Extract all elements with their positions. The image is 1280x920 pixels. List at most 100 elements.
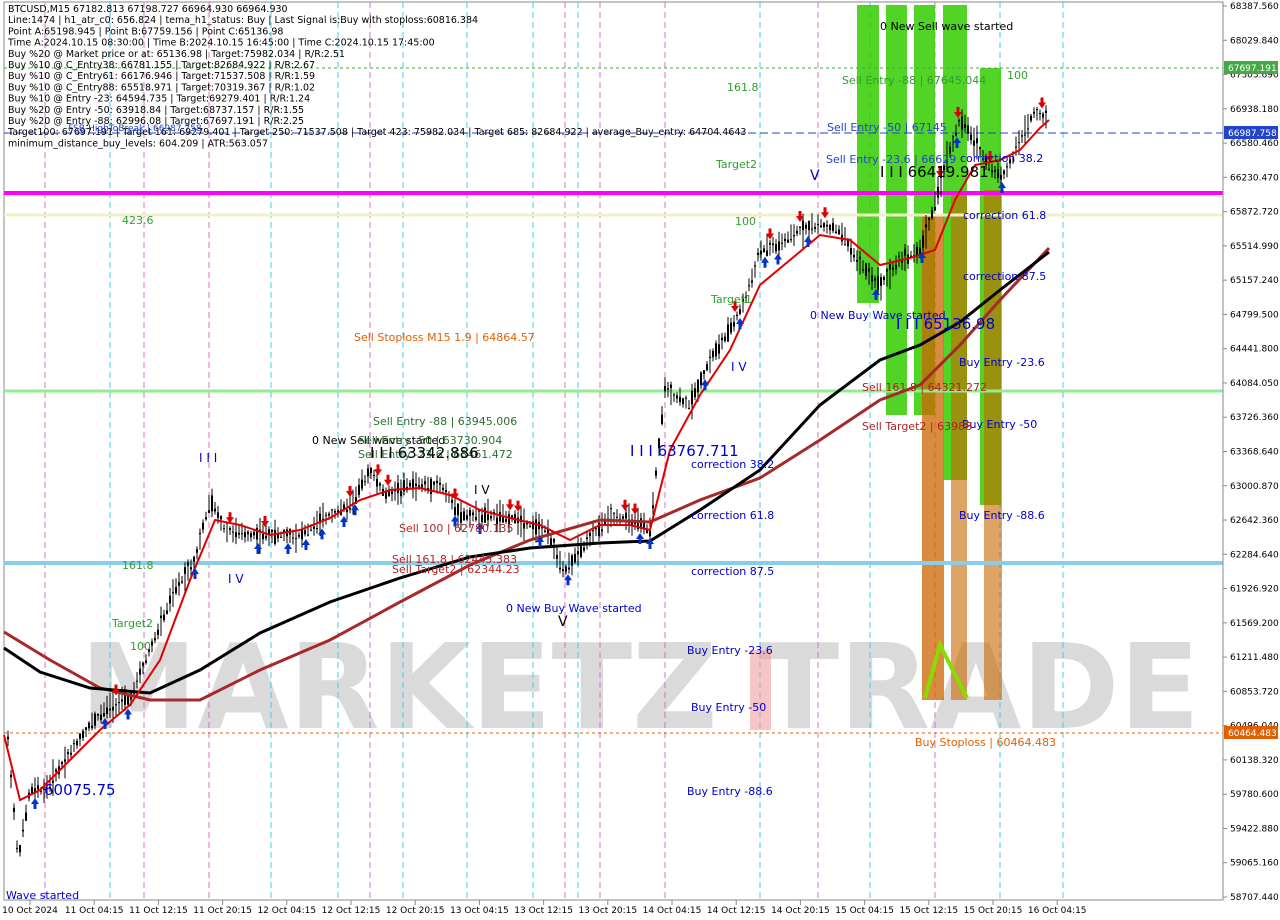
annotation-buy-stoploss: Buy Stoploss | 60464.483: [915, 736, 1056, 749]
candle-body: [838, 229, 840, 235]
candle-body: [778, 241, 780, 251]
candle-body: [1036, 108, 1038, 110]
annotation-correction-382-mid: correction 38.2: [691, 458, 774, 471]
annotation-buy-entry-50-right: Buy Entry -50: [962, 418, 1037, 431]
candle-body: [625, 512, 627, 519]
signal-zone: [750, 650, 771, 730]
candle-body: [325, 514, 327, 516]
candle-body: [991, 169, 993, 173]
candle-body: [10, 774, 12, 778]
candle-body: [118, 702, 120, 704]
candle-body: [190, 567, 192, 570]
candle-body: [391, 491, 393, 494]
candle-body: [670, 384, 672, 389]
price-chart[interactable]: MARKETZ TRADE BTCUSD,M15 67182.813 67198…: [0, 0, 1280, 920]
candle-body: [334, 511, 336, 513]
annotation-new-sell-wave-top: 0 New Sell wave started: [880, 20, 1013, 33]
price-tick-label: 58707.440: [1230, 893, 1279, 903]
price-tag: 67697.191: [1228, 64, 1277, 74]
candle-body: [886, 269, 888, 272]
annotation-1618-left: 161.8: [122, 559, 154, 572]
candle-body: [223, 528, 225, 530]
annotation-423: 423.6: [122, 214, 154, 227]
candle-body: [811, 228, 813, 230]
candle-body: [61, 761, 63, 765]
candle-body: [655, 470, 657, 476]
price-tick-label: 59065.160: [1230, 859, 1279, 869]
annotation-buy-entry-236-right: Buy Entry -23.6: [959, 356, 1045, 369]
info-line: Buy %10 @ C_Entry88: 65518.971 | Target:…: [8, 82, 315, 93]
candle-body: [952, 136, 954, 138]
candle-body: [271, 529, 273, 533]
time-tick-label: 11 Oct 12:15: [129, 906, 188, 916]
candle-body: [850, 247, 852, 255]
candle-body: [22, 829, 24, 832]
candle-body: [421, 484, 423, 488]
candle-body: [784, 238, 786, 242]
candle-body: [733, 322, 735, 327]
candle-body: [214, 508, 216, 512]
candle-body: [727, 324, 729, 342]
signal-zone: [984, 190, 1002, 700]
candle-body: [880, 277, 882, 286]
candle-body: [139, 668, 141, 675]
price-tick-label: 65514.990: [1230, 242, 1279, 252]
candle-body: [40, 791, 42, 793]
candle-body: [559, 567, 561, 570]
candle-body: [766, 250, 768, 256]
candle-body: [487, 514, 489, 521]
candle-body: [679, 396, 681, 403]
candle-body: [163, 614, 165, 621]
annotation-buy-entry-50-mid: Buy Entry -50: [691, 701, 766, 714]
annotation-big-6513: I I I 65136.98: [896, 315, 995, 333]
candle-body: [1018, 141, 1020, 143]
candle-body: [349, 507, 351, 510]
candle-body: [70, 752, 72, 755]
price-tick-label: 62642.360: [1230, 516, 1279, 526]
time-tick-label: 12 Oct 12:15: [322, 906, 381, 916]
candle-body: [793, 235, 795, 237]
candle-body: [874, 278, 876, 281]
candle-body: [430, 478, 432, 495]
candle-body: [238, 532, 240, 535]
candle-body: [19, 845, 21, 853]
candle-body: [445, 490, 447, 493]
candle-body: [691, 391, 693, 405]
annotation-target-100: 100: [1007, 69, 1028, 82]
candle-body: [109, 708, 111, 711]
candle-body: [82, 730, 84, 738]
candle-body: [868, 268, 870, 272]
candle-body: [127, 696, 129, 705]
candle-body: [934, 207, 936, 211]
candle-body: [370, 467, 372, 474]
candle-body: [499, 511, 501, 522]
price-tick-label: 61569.200: [1230, 619, 1279, 629]
annotation-wave-iv-2: I V: [474, 483, 490, 497]
candle-body: [904, 248, 906, 256]
candle-body: [610, 508, 612, 510]
info-line: Line:1474 | h1_atr_c0: 656.824 | tema_h1…: [8, 15, 478, 26]
time-tick-label: 13 Oct 04:15: [450, 906, 509, 916]
candle-body: [196, 549, 198, 553]
candle-body: [475, 516, 477, 520]
candle-body: [367, 468, 369, 477]
candle-body: [328, 513, 330, 516]
annotation-sell-entry-50: Sell Entry -50 | 67145: [827, 121, 947, 134]
candle-body: [826, 224, 828, 227]
candle-body: [760, 250, 762, 255]
candle-body: [730, 322, 732, 333]
candle-body: [616, 516, 618, 518]
candle-body: [316, 528, 318, 530]
candle-body: [397, 482, 399, 494]
candle-body: [970, 134, 972, 141]
candle-body: [454, 507, 456, 516]
info-line: minimum_distance_buy_levels: 604.209 | A…: [8, 138, 268, 149]
candle-body: [331, 509, 333, 511]
candle-body: [736, 314, 738, 317]
signal-zone: [922, 215, 944, 700]
candle-body: [751, 280, 753, 283]
candle-body: [820, 225, 822, 228]
candle-body: [25, 812, 27, 821]
annotation-target1: Target1: [710, 293, 752, 306]
candle-body: [958, 119, 960, 122]
